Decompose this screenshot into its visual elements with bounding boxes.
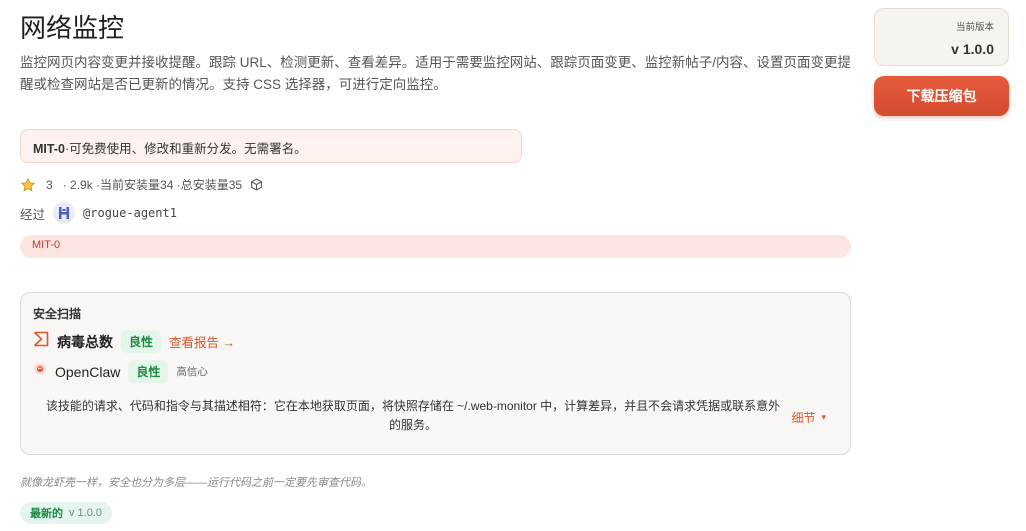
skill-description: 监控网页内容变更并接收提醒。跟踪 URL、检测更新、查看差异。适用于需要监控网站… — [20, 55, 852, 92]
license-text: ·可免费使用、修改和重新分发。无需署名。 — [64, 142, 307, 156]
download-zip-button[interactable]: 下载压缩包 — [874, 76, 1009, 116]
confidence-label: 高信心 — [176, 366, 208, 378]
details-toggle[interactable]: 细节 ▾ — [791, 409, 826, 426]
latest-version: v 1.0.0 — [69, 507, 103, 519]
star-count: 3 — [46, 177, 53, 192]
security-footnote: 就像龙虾壳一样，安全也分为多层——运行代码之前一定要先审查代码。 — [20, 477, 372, 489]
license-tag: MIT-0 — [20, 235, 851, 258]
view-report-link[interactable]: 查看报告 → — [169, 332, 235, 351]
star-icon[interactable] — [20, 177, 36, 193]
virustotal-row: 病毒总数 良性 查看报告 → — [33, 330, 235, 353]
openclaw-verdict-badge: 良性 — [128, 360, 169, 383]
latest-label: 最新的 — [30, 508, 63, 520]
virustotal-icon — [33, 331, 49, 352]
scan-summary: 该技能的请求、代码和指令与其描述相符：它在本地获取页面，将快照存储在 ~/.we… — [45, 399, 781, 432]
license-notice: MIT-0·可免费使用、修改和重新分发。无需署名。 — [20, 129, 522, 163]
current-version-label: 当前版本 — [955, 22, 994, 33]
openclaw-row: OpenClaw 良性 高信心 — [33, 360, 208, 383]
author-handle[interactable]: @rogue-agent1 — [83, 206, 177, 220]
openclaw-icon — [33, 362, 47, 381]
security-scan-title: 安全扫描 — [33, 307, 82, 321]
license-name: MIT-0 — [33, 142, 65, 156]
install-stats: · 2.9k ·当前安装量34 ·总安装量35 — [62, 178, 243, 192]
security-scan-panel: 安全扫描 病毒总数 良性 查看报告 → OpenClaw 良性 高信心 该技能的… — [20, 292, 851, 455]
current-version-value: v 1.0.0 — [951, 41, 994, 57]
avatar[interactable] — [53, 202, 76, 224]
author-row: 经过 @rogue-agent1 — [20, 202, 177, 224]
virustotal-verdict-badge: 良性 — [121, 330, 162, 353]
stats-row: 3 · 2.9k ·当前安装量34 ·总安装量35 — [20, 176, 263, 193]
latest-version-badge[interactable]: 最新的 v 1.0.0 — [20, 502, 113, 524]
openclaw-label: OpenClaw — [55, 363, 121, 380]
virustotal-label: 病毒总数 — [57, 333, 113, 350]
current-version-card: 当前版本 v 1.0.0 — [874, 8, 1009, 66]
chevron-down-icon: ▾ — [821, 412, 826, 422]
details-label: 细节 — [791, 411, 816, 425]
page-title: 网络监控 — [20, 14, 125, 44]
author-prefix: 经过 — [20, 207, 46, 222]
package-icon — [250, 178, 263, 191]
